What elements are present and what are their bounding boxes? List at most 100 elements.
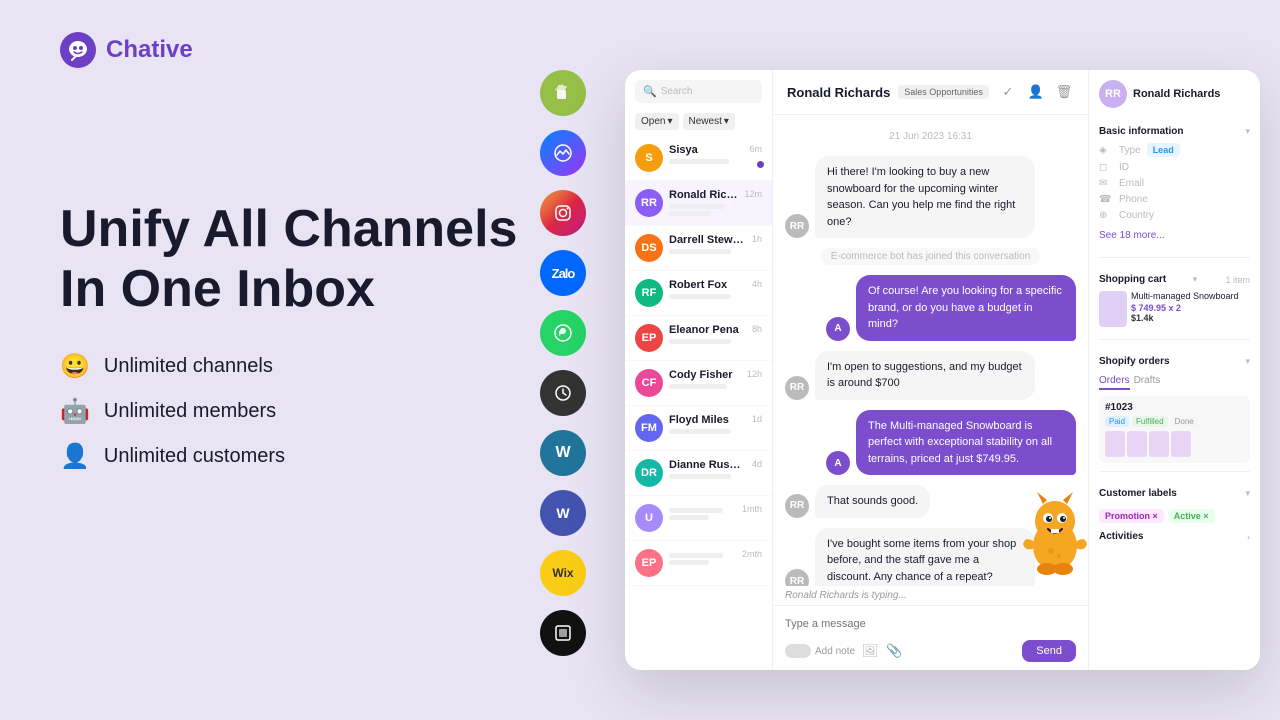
see-more-link[interactable]: See 18 more... (1099, 230, 1250, 241)
divider-1 (1099, 257, 1250, 258)
order-item-icon-3 (1149, 431, 1169, 457)
message-input[interactable] (785, 614, 1076, 634)
order-status-done: Done (1171, 416, 1198, 427)
shopping-cart-section-header: Shopping cart ▾ 1 item (1099, 274, 1250, 285)
id-icon: ◻ (1099, 162, 1113, 173)
conv-time-ronald: 12m (744, 189, 762, 199)
conv-name-floyd: Floyd Miles (669, 414, 746, 426)
conv-item-sisya[interactable]: S Sisya 6m (625, 136, 772, 181)
conv-item-robert[interactable]: RF Robert Fox 4h (625, 271, 772, 316)
customer-labels-arrow[interactable]: ▾ (1245, 488, 1250, 499)
send-button[interactable]: Send (1022, 640, 1076, 662)
channel-icon-zalo[interactable]: Zalo (540, 250, 586, 296)
conv-time-robert: 4h (752, 279, 762, 289)
msg-avatar-2: A (826, 317, 850, 341)
conv-item-darrell[interactable]: DS Darrell Steward 1h (625, 226, 772, 271)
search-placeholder: Search (661, 86, 693, 97)
conv-item-eleanor[interactable]: EP Eleanor Pena 8h (625, 316, 772, 361)
rp-username: Ronald Richards (1133, 88, 1220, 100)
conv-item-ronald[interactable]: RR Ronald Richards 12m (625, 181, 772, 226)
channel-icon-reviewtrack[interactable] (540, 370, 586, 416)
tab-drafts[interactable]: Drafts (1134, 373, 1161, 390)
shopping-cart-arrow[interactable]: ▾ (1193, 274, 1198, 285)
conv-item-floyd[interactable]: FM Floyd Miles 1d (625, 406, 772, 451)
cart-item-image (1099, 291, 1127, 327)
feature-item: 👤 Unlimited customers (60, 442, 517, 471)
msg-bubble-6: I've bought some items from your shop be… (815, 528, 1035, 587)
channel-icon-squarespace[interactable] (540, 610, 586, 656)
unlimited-customers-emoji: 👤 (60, 442, 90, 471)
shopify-orders-title: Shopify orders (1099, 356, 1170, 367)
phone-icon: ☎ (1099, 194, 1113, 205)
system-message: E-commerce bot has joined this conversat… (821, 248, 1041, 265)
conv-name-cody: Cody Fisher (669, 369, 741, 381)
date-separator: 21 Jun 2023 16:31 (785, 131, 1076, 142)
channel-icon-weebly[interactable]: W (540, 490, 586, 536)
chat-contact-name: Ronald Richards (787, 85, 890, 100)
rp-avatar: RR (1099, 80, 1127, 108)
conv-avatar-ronald: RR (635, 189, 663, 217)
conv-item-cody[interactable]: CF Cody Fisher 12h (625, 361, 772, 406)
label-promotion[interactable]: Promotion × (1099, 509, 1164, 523)
search-box[interactable]: 🔍 Search (635, 80, 762, 103)
unlimited-members-emoji: 🤖 (60, 397, 90, 426)
channel-icon-instagram[interactable] (540, 190, 586, 236)
channel-icon-messenger[interactable] (540, 130, 586, 176)
email-icon: ✉ (1099, 178, 1113, 189)
msg-avatar-3: RR (785, 376, 809, 400)
shopify-orders-arrow[interactable]: ▾ (1245, 356, 1250, 367)
tab-orders[interactable]: Orders (1099, 373, 1130, 390)
orders-tabs: Orders Drafts (1099, 373, 1250, 390)
phone-label: Phone (1119, 194, 1148, 205)
check-icon[interactable]: ✓ (998, 82, 1018, 102)
conv-item-unknown2[interactable]: EP 2mth (625, 541, 772, 586)
message-row-1: RR Hi there! I'm looking to buy a new sn… (785, 156, 1076, 238)
msg-bubble-2: Of course! Are you looking for a specifi… (856, 275, 1076, 341)
logo: Chative (60, 32, 193, 68)
message-row-5: RR That sounds good. (785, 485, 1076, 518)
unread-dot-sisya (757, 161, 764, 168)
basic-info-arrow[interactable]: ▾ (1245, 126, 1250, 137)
open-filter-btn[interactable]: Open ▾ (635, 113, 679, 130)
order-id: #1023 (1105, 402, 1244, 413)
channel-icon-shopify[interactable] (540, 70, 586, 116)
conv-filters: Open ▾ Newest ▾ (625, 109, 772, 136)
chat-footer-actions: Add note 🖼 📎 Send (785, 640, 1076, 662)
newest-filter-btn[interactable]: Newest ▾ (683, 113, 735, 130)
conv-name-darrell: Darrell Steward (669, 234, 746, 246)
conv-name-dianne: Dianne Russell (669, 459, 746, 471)
channel-icon-wordpress[interactable]: W (540, 430, 586, 476)
msg-bubble-4: The Multi-managed Snowboard is perfect w… (856, 410, 1076, 476)
conv-item-dianne[interactable]: DR Dianne Russell 4d (625, 451, 772, 496)
country-icon: ⊕ (1099, 210, 1113, 221)
search-icon: 🔍 (643, 85, 657, 98)
chat-messages: 21 Jun 2023 16:31 RR Hi there! I'm looki… (773, 115, 1088, 586)
feature-channels-text: Unlimited channels (104, 355, 273, 378)
conv-avatar-unknown2: EP (635, 549, 663, 577)
chat-panel: Ronald Richards Sales Opportunities ✓ 👤 … (773, 70, 1088, 670)
feature-members-text: Unlimited members (104, 400, 276, 423)
conv-time-eleanor: 8h (752, 324, 762, 334)
label-active[interactable]: Active × (1168, 509, 1215, 523)
msg-bubble-1: Hi there! I'm looking to buy a new snowb… (815, 156, 1035, 238)
activities-arrow[interactable]: › (1247, 532, 1250, 542)
conv-time-dianne: 4d (752, 459, 762, 469)
customer-labels-section-header: Customer labels ▾ (1099, 488, 1250, 499)
avatar-icon[interactable]: 👤 (1026, 82, 1046, 102)
activities-title: Activities (1099, 531, 1143, 542)
image-icon[interactable]: 🖼 (861, 642, 879, 660)
channel-icon-wix[interactable]: Wix (540, 550, 586, 596)
rp-field-email: ✉ Email (1099, 178, 1250, 189)
conv-item-unknown1[interactable]: U 1mth (625, 496, 772, 541)
shopify-orders-section-header: Shopify orders ▾ (1099, 356, 1250, 367)
toggle-switch[interactable] (785, 644, 811, 658)
attachment-icon[interactable]: 📎 (885, 642, 903, 660)
chat-contact-badge: Sales Opportunities (898, 85, 989, 99)
channel-icon-whatsapp[interactable] (540, 310, 586, 356)
conv-name-sisya: Sisya (669, 144, 743, 156)
message-row-3: RR I'm open to suggestions, and my budge… (785, 351, 1076, 400)
trash-icon[interactable]: 🗑 (1054, 82, 1074, 102)
id-label: ID (1119, 162, 1129, 173)
note-label: Add note (815, 646, 855, 657)
conv-avatar-eleanor: EP (635, 324, 663, 352)
